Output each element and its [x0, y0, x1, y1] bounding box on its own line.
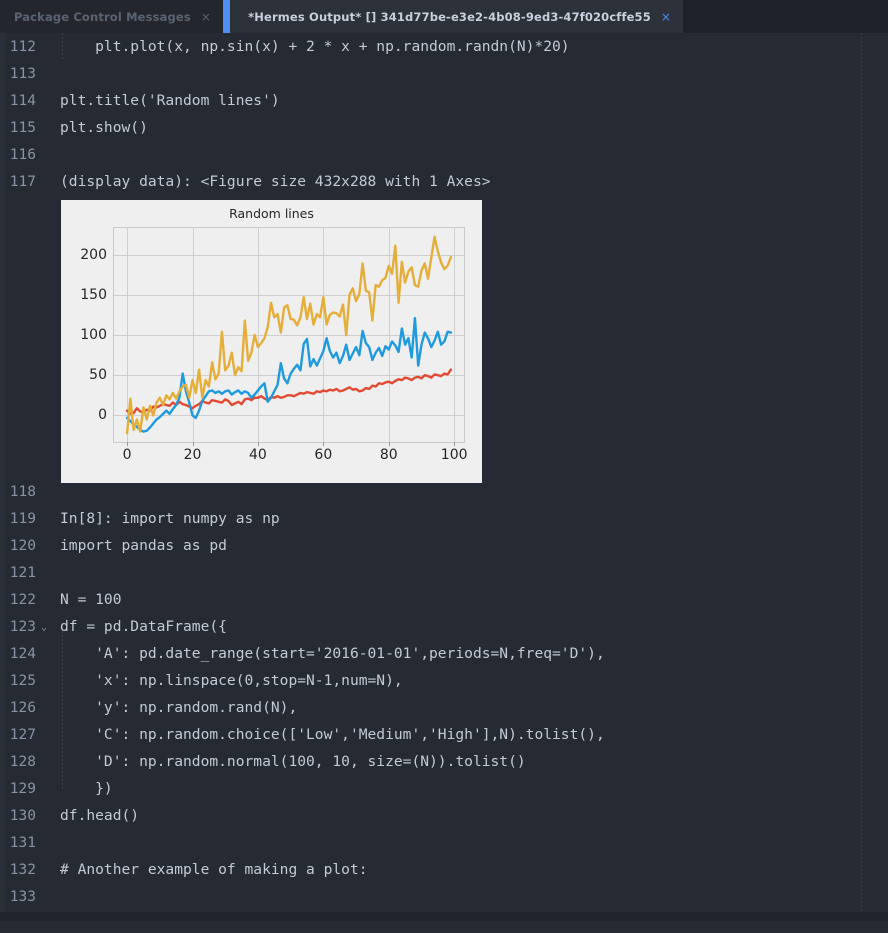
line-number: 126 — [9, 699, 36, 716]
line-number: 130 — [9, 807, 36, 824]
code-line: 130 df.head() — [0, 802, 888, 829]
line-number: 124 — [9, 645, 36, 662]
line-number: 120 — [9, 537, 36, 554]
code-line: 126 'y': np.random.rand(N), — [0, 694, 888, 721]
code-editor[interactable]: 112 plt.plot(x, np.sin(x) + 2 * x + np.r… — [0, 33, 888, 912]
code-line: 128 'D': np.random.normal(100, 10, size=… — [0, 748, 888, 775]
code-line: 113 — [0, 60, 888, 87]
line-number: 121 — [9, 564, 36, 581]
code-line: 115 plt.show() — [0, 114, 888, 141]
code-text: df.head() — [60, 807, 140, 824]
code-line: 131 — [0, 829, 888, 856]
code-line: 125 'x': np.linspace(0,stop=N-1,num=N), — [0, 667, 888, 694]
x-tick-label: 40 — [249, 447, 267, 463]
line-number: 123 — [9, 618, 36, 635]
close-icon[interactable]: × — [201, 11, 211, 23]
code-line: 120 import pandas as pd — [0, 532, 888, 559]
x-tick-mark — [454, 442, 456, 446]
code-text: 'y': np.random.rand(N), — [60, 699, 298, 716]
code-line: 112 plt.plot(x, np.sin(x) + 2 * x + np.r… — [0, 33, 888, 60]
line-number: 125 — [9, 672, 36, 689]
code-line: 124 'A': pd.date_range(start='2016-01-01… — [0, 640, 888, 667]
tab-package-control-messages[interactable]: Package Control Messages × — [0, 0, 224, 33]
code-text: 'C': np.random.choice(['Low','Medium','H… — [60, 726, 605, 743]
tab-bar-empty-area — [683, 0, 888, 33]
x-tick-mark — [257, 442, 259, 446]
x-tick-label: 100 — [440, 447, 468, 463]
line-number: 129 — [9, 780, 36, 797]
x-tick-label: 0 — [122, 447, 132, 463]
line-number: 122 — [9, 591, 36, 608]
code-text: (display data): <Figure size 432x288 wit… — [60, 173, 491, 190]
code-line: 127 'C': np.random.choice(['Low','Medium… — [0, 721, 888, 748]
code-line: 119 In[8]: import numpy as np — [0, 505, 888, 532]
line-number: 127 — [9, 726, 36, 743]
code-line: 133 — [0, 883, 888, 910]
code-text: 'D': np.random.normal(100, 10, size=(N))… — [60, 753, 526, 770]
x-tick-mark — [192, 442, 194, 446]
active-tab-indicator — [223, 0, 231, 33]
y-tick-label: 200 — [80, 246, 107, 263]
line-number: 132 — [9, 861, 36, 878]
code-text: df = pd.DataFrame({ — [60, 618, 227, 635]
y-tick-label: 50 — [89, 367, 107, 384]
code-text: plt.show() — [60, 119, 148, 136]
x-tick-mark — [323, 442, 325, 446]
code-line: 129 }) — [0, 775, 888, 802]
code-line: 122 N = 100 — [0, 586, 888, 613]
line-number: 117 — [9, 173, 36, 190]
x-tick-label: 60 — [314, 447, 333, 463]
line-number: 119 — [9, 510, 36, 527]
chevron-down-icon[interactable]: ⌄ — [36, 621, 52, 633]
code-line: 121 — [0, 559, 888, 586]
code-text: # Another example of making a plot: — [60, 861, 368, 878]
chart-axes — [113, 227, 465, 443]
code-text: }) — [60, 780, 113, 797]
status-bar — [0, 912, 888, 921]
chart-series-line-blue — [125, 316, 453, 433]
tab-label: Package Control Messages — [14, 9, 191, 24]
line-number: 116 — [9, 146, 36, 163]
code-line: 123 ⌄ df = pd.DataFrame({ — [0, 613, 888, 640]
code-text: N = 100 — [60, 591, 122, 608]
line-number: 131 — [9, 834, 36, 851]
tab-label: *Hermes Output* [] 341d77be-e3e2-4b08-9e… — [248, 9, 651, 24]
code-text: 'x': np.linspace(0,stop=N-1,num=N), — [60, 672, 403, 689]
x-tick-mark — [388, 442, 390, 446]
code-line: 132 # Another example of making a plot: — [0, 856, 888, 883]
code-line: 116 — [0, 141, 888, 168]
line-number: 115 — [9, 119, 36, 136]
code-line: 117 (display data): <Figure size 432x288 … — [0, 168, 888, 195]
code-text: plt.plot(x, np.sin(x) + 2 * x + np.rando… — [60, 38, 570, 55]
bottom-panel — [0, 921, 888, 933]
code-text: In[8]: import numpy as np — [60, 510, 280, 527]
tab-hermes-output[interactable]: *Hermes Output* [] 341d77be-e3e2-4b08-9e… — [230, 0, 684, 33]
close-icon[interactable]: × — [661, 11, 671, 23]
x-tick-label: 80 — [379, 447, 398, 463]
code-text: plt.title('Random lines') — [60, 92, 280, 109]
line-number: 118 — [9, 483, 36, 500]
line-number: 113 — [9, 65, 36, 82]
line-number: 128 — [9, 753, 36, 770]
y-tick-label: 100 — [80, 327, 107, 343]
chart-title: Random lines — [229, 206, 314, 221]
tab-bar: Package Control Messages × *Hermes Outpu… — [0, 0, 888, 33]
y-tick-label: 0 — [98, 407, 107, 424]
code-text: 'A': pd.date_range(start='2016-01-01',pe… — [60, 645, 605, 662]
y-tick-label: 150 — [80, 286, 107, 303]
line-number: 133 — [9, 888, 36, 905]
chart-plot-area — [125, 235, 453, 435]
code-line: 114 plt.title('Random lines') — [0, 87, 888, 114]
x-tick-mark — [127, 442, 129, 446]
code-text: import pandas as pd — [60, 537, 227, 554]
matplotlib-figure: Random lines 0 50 100 150 200 0 20 40 60 80 100 — [61, 200, 482, 483]
line-number: 112 — [9, 38, 36, 55]
x-tick-label: 20 — [183, 447, 202, 463]
line-number: 114 — [9, 92, 36, 109]
